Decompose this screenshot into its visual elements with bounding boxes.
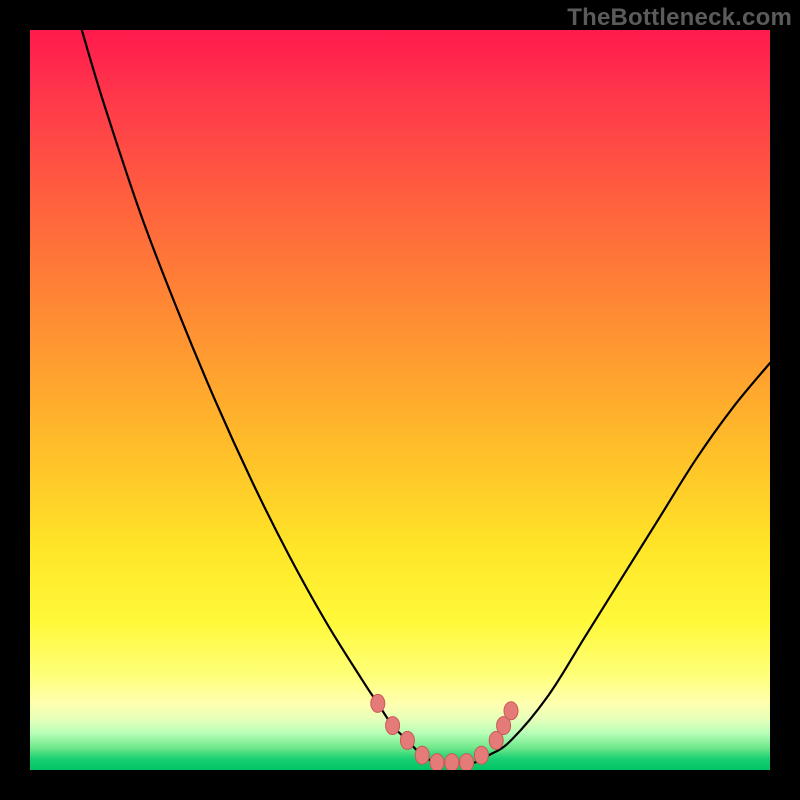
- curve-marker: [400, 731, 414, 749]
- curve-marker: [460, 754, 474, 770]
- curve-marker: [504, 702, 518, 720]
- plot-area: [30, 30, 770, 770]
- curve-marker: [415, 746, 429, 764]
- curve-marker: [386, 717, 400, 735]
- chart-frame: TheBottleneck.com: [0, 0, 800, 800]
- curve-marker-group: [371, 694, 518, 770]
- curve-marker: [371, 694, 385, 712]
- bottleneck-curve: [82, 30, 770, 763]
- curve-marker: [474, 746, 488, 764]
- curve-marker: [445, 754, 459, 770]
- curve-marker: [430, 754, 444, 770]
- bottleneck-curve-svg: [30, 30, 770, 770]
- watermark-text: TheBottleneck.com: [567, 4, 792, 32]
